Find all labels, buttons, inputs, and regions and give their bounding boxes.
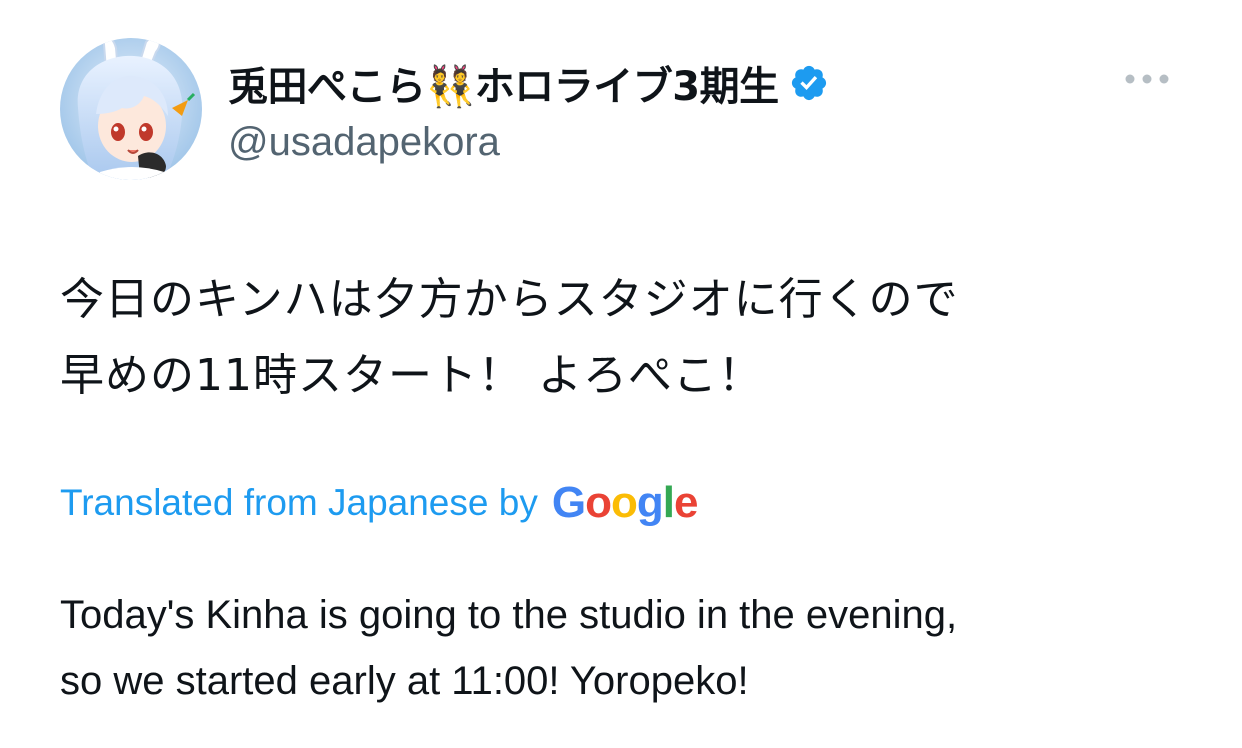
more-horizontal-icon (1125, 74, 1169, 84)
google-logo-letter: e (673, 478, 699, 527)
translation-attribution: Translated from Japanese by G o o g l e (60, 478, 699, 528)
verified-badge-icon[interactable] (789, 63, 829, 103)
google-logo-letter: o (610, 478, 638, 527)
name-row: 兎田ぺこら👯ホロライブ3期生 (228, 54, 829, 112)
google-logo-letter: g (636, 478, 664, 527)
avatar[interactable] (60, 38, 202, 180)
translated-text-line: Today's Kinha is going to the studio in … (60, 593, 958, 637)
google-logo-letter: G (551, 478, 586, 527)
google-logo-letter: l (662, 478, 675, 527)
tweet-text-line: 早めの11時スタート！ よろぺこ！ (60, 350, 763, 401)
tweet-card: 兎田ぺこら👯ホロライブ3期生 @usadapekora 今日のキンハは夕方からス… (0, 0, 1242, 748)
translated-text: Today's Kinha is going to the studio in … (60, 582, 1200, 714)
tweet-header: 兎田ぺこら👯ホロライブ3期生 @usadapekora (228, 44, 1202, 174)
author-handle[interactable]: @usadapekora (228, 120, 500, 165)
translated-from-link[interactable]: Translated from Japanese by (60, 482, 538, 524)
tweet-text-line: 今日のキンハは夕方からスタジオに行くので (60, 274, 959, 325)
author-display-name[interactable]: 兎田ぺこら👯ホロライブ3期生 (228, 54, 779, 112)
google-logo: G o o g l e (551, 478, 699, 528)
google-logo-letter: o (585, 478, 612, 527)
more-options-button[interactable] (1120, 64, 1174, 94)
tweet-text: 今日のキンハは夕方からスタジオに行くので 早めの11時スタート！ よろぺこ！ (60, 262, 1200, 414)
avatar-icon (60, 38, 202, 180)
translated-text-line: so we started early at 11:00! Yoropeko! (60, 659, 749, 703)
